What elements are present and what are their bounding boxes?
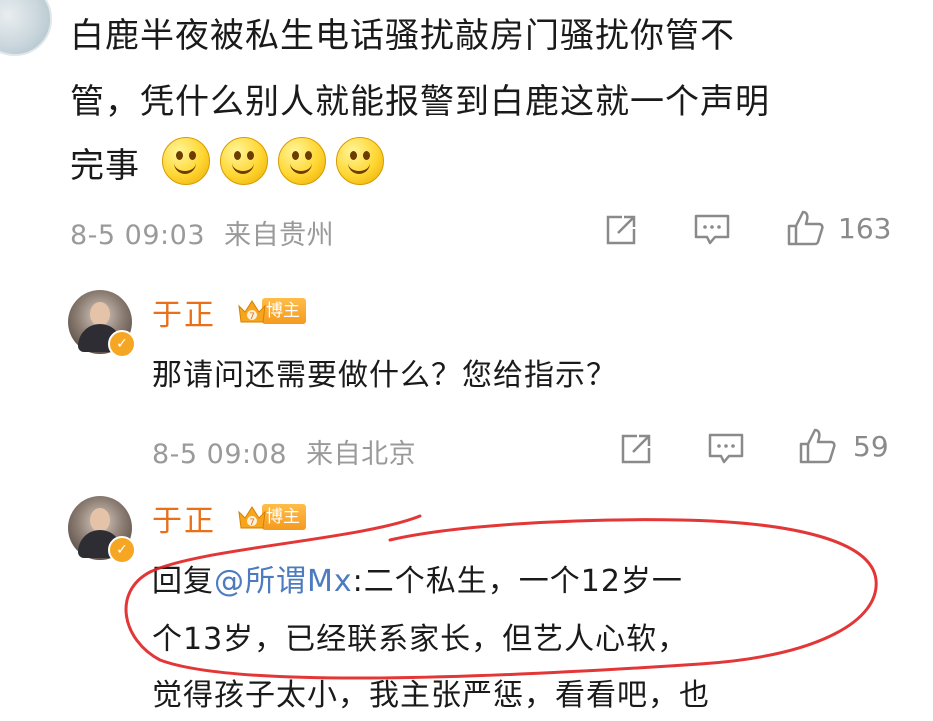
comment-text-line3: 完事 [70,136,384,196]
blogger-badge-label: 博主 [262,298,306,324]
crown-icon: 7 [238,300,266,323]
like-count: 59 [853,430,889,463]
blogger-badge: 7 博主 [236,502,306,532]
like-icon[interactable] [785,208,825,248]
author-name[interactable]: 于正 [152,496,216,540]
comment-source: 来自贵州 [224,220,335,251]
comment-text-line2: 管，凭什么别人就能报警到白鹿这就一个声明 [70,82,770,122]
smile-emoji-icon [335,137,384,185]
blogger-badge-label: 博主 [262,504,306,530]
share-icon[interactable] [619,432,653,466]
reply-meta: 8-5 09:08 来自北京 [152,432,416,471]
like-icon[interactable] [797,426,837,466]
comment-time: 8-5 09:03 [70,220,205,251]
svg-text:7: 7 [249,312,255,322]
reply-text: 那请问还需要做什么？您给指示？ [152,358,617,393]
share-icon[interactable] [604,213,638,247]
crown-icon: 7 [238,506,266,529]
reply-text-line1-rest: :二个私生，一个12岁一 [352,564,683,599]
smile-emoji-icon [161,137,210,185]
reply-source: 来自北京 [306,439,417,470]
reply-time: 8-5 09:08 [152,439,287,470]
commenter-avatar[interactable] [0,0,52,56]
like-count: 163 [838,212,892,245]
smile-emoji-icon [219,137,268,185]
svg-text:7: 7 [249,518,255,528]
author-name[interactable]: 于正 [152,290,216,334]
reply-text-line1: 回复@所谓Mx:二个私生，一个12岁一 [152,558,683,606]
comment-text-line1: 白鹿半夜被私生电话骚扰敲房门骚扰你管不 [70,16,735,56]
comment-text-line3-text: 完事 [70,146,140,186]
reply-prefix: 回复 [152,564,214,599]
cropped-username [115,0,335,4]
smile-emoji-icon [277,137,326,185]
reply-text-line2: 个13岁，已经联系家长，但艺人心软， [152,622,689,657]
verified-icon: ✓ [108,330,136,358]
comment-icon[interactable] [693,213,731,247]
mention-link[interactable]: @所谓Mx [214,564,353,599]
verified-icon: ✓ [108,536,136,564]
comment-meta: 8-5 09:03 来自贵州 [70,213,334,252]
blogger-badge: 7 博主 [236,296,306,326]
reply-text-line3: 觉得孩子太小，我主张严惩，看看吧，也 [152,678,710,713]
comment-icon[interactable] [707,432,745,466]
